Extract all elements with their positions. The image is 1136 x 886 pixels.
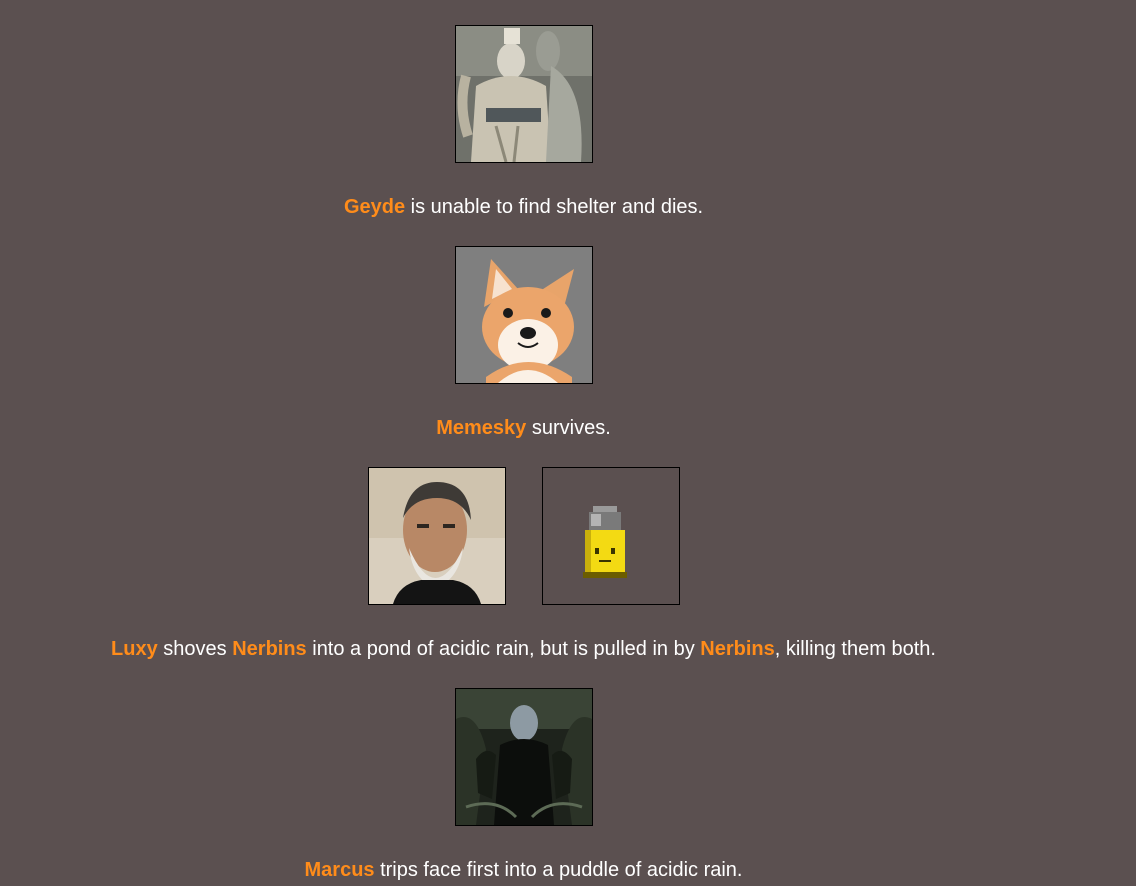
tribute-name: Nerbins [232,638,307,660]
bullet-icon [542,467,680,605]
bearded-man-icon [368,467,506,605]
event-text: Marcus trips face first into a puddle of… [0,858,1047,882]
event-description: trips face first into a puddle of acidic… [374,859,743,881]
tribute-name: Memesky [436,417,527,439]
event-description: , killing them both. [774,638,936,660]
event-text: Memesky survives. [0,416,1047,440]
tribute-name: Marcus [304,859,375,881]
tribute-name: Luxy [111,638,158,660]
shiba-dog-icon [455,246,593,384]
dark-horseman-icon [455,688,593,826]
event-feed: Geyde is unable to find shelter and dies… [0,0,1136,886]
event-description: survives. [526,417,611,439]
event-text: Geyde is unable to find shelter and dies… [0,195,1047,219]
stand-warrior-icon [455,25,593,163]
event-description: into a pond of acidic rain, but is pulle… [306,638,701,660]
event-description: shoves [157,638,233,660]
event-description: is unable to find shelter and dies. [405,196,704,218]
tribute-name: Nerbins [700,638,775,660]
tribute-name: Geyde [343,196,406,218]
event-text: Luxy shoves Nerbins into a pond of acidi… [0,637,1047,661]
